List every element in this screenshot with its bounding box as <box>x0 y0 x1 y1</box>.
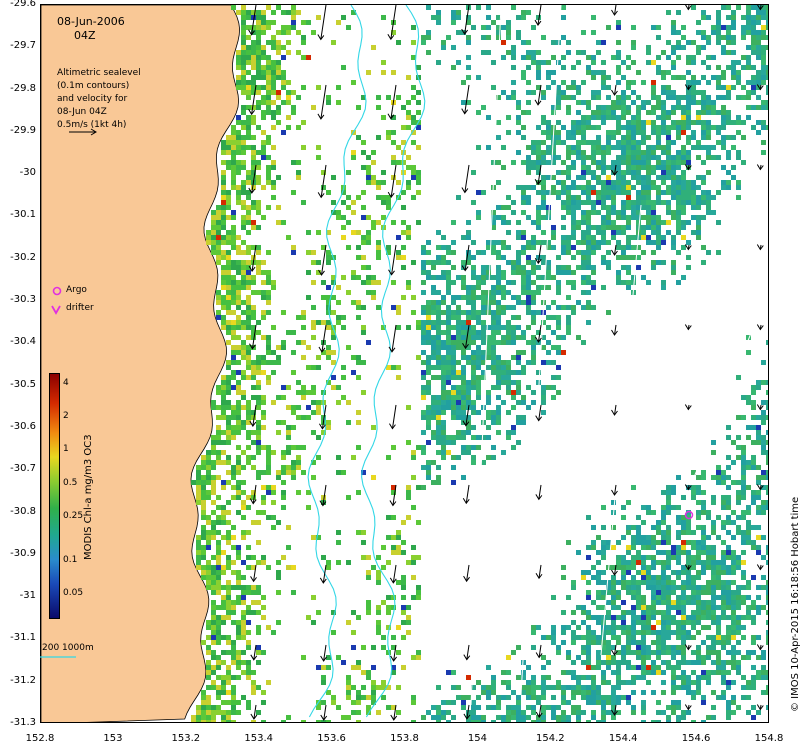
lon-tick-label: 153 <box>103 733 123 744</box>
velocity-scale-arrow-icon <box>69 128 97 136</box>
argo-label: Argo <box>66 285 87 295</box>
time-label: 04Z <box>74 29 96 42</box>
velocity-arrow <box>391 324 397 352</box>
lon-tick-label: 153.2 <box>171 733 201 744</box>
drifter-label: drifter <box>66 303 94 313</box>
depth-contour-1000m <box>361 5 426 718</box>
lat-tick-label: -31.2 <box>10 674 36 686</box>
lat-tick-label: -31.1 <box>10 632 36 644</box>
lat-tick-label: -29.9 <box>10 124 36 136</box>
map-plot-area[interactable] <box>40 4 769 723</box>
lat-tick-label: -29.8 <box>10 82 36 94</box>
colorbar-tick: 2 <box>63 411 69 422</box>
lon-tick-label: 154.8 <box>754 733 784 744</box>
velocity-arrow <box>464 164 470 193</box>
argo-circle-icon <box>52 286 62 296</box>
velocity-arrow <box>320 164 327 198</box>
legend-line-2: (0.1m contours) <box>57 81 130 91</box>
chlorophyll-pixels <box>191 5 768 722</box>
lat-tick-label: -30.3 <box>10 294 36 306</box>
lat-tick-label: -30.9 <box>10 547 36 559</box>
map-canvas <box>41 5 768 722</box>
legend-line-4: 08-Jun 04Z <box>57 107 107 117</box>
colorbar-tick: 0.5 <box>63 477 78 488</box>
lat-tick-label: -30.4 <box>10 336 36 348</box>
lat-tick-label: -31.3 <box>10 717 36 728</box>
lat-tick-label: -30.5 <box>10 378 36 390</box>
lon-tick-label: 154 <box>467 733 487 744</box>
depth-contour-swatch-icon <box>40 656 76 658</box>
colorbar-title: MODIS Chl-a mg/m3 OC3 <box>83 434 94 560</box>
velocity-arrow <box>391 244 397 275</box>
velocity-arrow <box>320 84 327 120</box>
velocity-arrow <box>320 5 327 40</box>
lon-tick-label: 154.4 <box>608 733 638 744</box>
drifter-chevron-icon <box>51 305 61 315</box>
lon-tick-label: 154.6 <box>681 733 711 744</box>
colorbar-tick: 4 <box>63 377 69 388</box>
lat-tick-label: -31 <box>19 590 36 602</box>
colorbar-tick: 0.1 <box>63 555 78 566</box>
lat-tick-label: -30.2 <box>10 251 36 263</box>
lon-tick-label: 153.4 <box>244 733 274 744</box>
depth-contour-label: 200 1000m <box>42 643 94 653</box>
lon-tick-label: 153.8 <box>390 733 419 744</box>
colorbar-tick: 0.05 <box>63 588 84 599</box>
lon-tick-label: 152.8 <box>25 733 55 744</box>
lon-tick-label: 153.6 <box>317 733 346 744</box>
lat-tick-label: -30.8 <box>10 505 36 517</box>
colorbar-tick: 0.25 <box>63 511 84 522</box>
lon-tick-label: 154.2 <box>535 733 565 744</box>
lat-tick-label: -30.7 <box>10 463 36 475</box>
lat-tick-label: -29.6 <box>10 0 36 9</box>
chl-colorbar <box>49 373 60 619</box>
date-label: 08-Jun-2006 <box>57 15 125 28</box>
lat-tick-label: -29.7 <box>10 40 36 52</box>
velocity-arrow <box>464 84 470 114</box>
velocity-arrow <box>390 164 397 198</box>
lat-tick-label: -30 <box>19 167 36 179</box>
colorbar-tick: 1 <box>63 444 69 455</box>
credit-text: © IMOS 10-Apr-2015 16:18:56 Hobart time <box>790 496 800 712</box>
legend-line-1: Altimetric sealevel <box>57 68 141 78</box>
lat-tick-label: -30.6 <box>10 420 36 432</box>
lat-tick-label: -30.1 <box>10 209 36 221</box>
legend-line-3: and velocity for <box>57 94 128 104</box>
velocity-arrow <box>321 324 327 353</box>
